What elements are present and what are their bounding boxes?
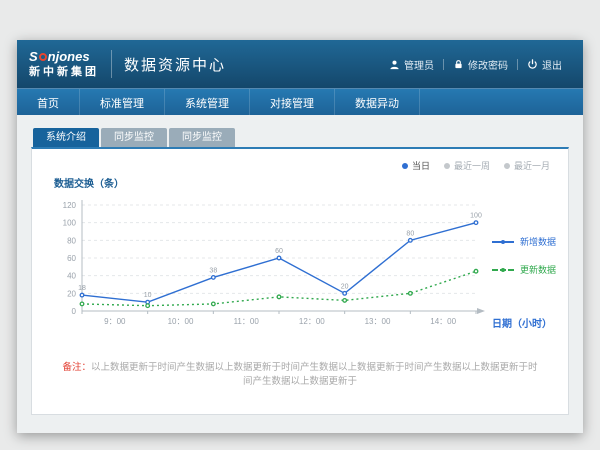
admin-label: 管理员 (404, 57, 434, 72)
svg-text:11：00: 11：00 (234, 317, 260, 326)
main-nav: 首页 标准管理 系统管理 对接管理 数据异动 (17, 88, 583, 116)
brand: S njones (29, 50, 99, 64)
app-window: S njones 新中新集团 数据资源中心 管理员 (17, 40, 583, 433)
admin-button[interactable]: 管理员 (380, 57, 443, 72)
tab-sync-monitor-1[interactable]: 同步监控 (101, 128, 167, 147)
logout-icon (527, 59, 538, 70)
note-label: 备注： (62, 362, 91, 373)
series-new-data-label: 新增数据 (520, 235, 556, 248)
svg-text:120: 120 (63, 201, 77, 210)
note-text: 以上数据更新于时间产生数据以上数据更新于时间产生数据以上数据更新于时间产生数据以… (91, 362, 538, 387)
app-title: 数据资源中心 (124, 54, 226, 75)
svg-text:13：00: 13：00 (365, 317, 391, 326)
header: S njones 新中新集团 数据资源中心 管理员 (17, 40, 583, 88)
legend-last-week-label: 最近一周 (454, 159, 490, 172)
line-chart: 0 20 40 60 80 100 120 9：00 10：00 11：00 12：00 13：00 1… (44, 193, 490, 345)
nav-item-system-mgmt[interactable]: 系统管理 (165, 89, 250, 116)
svg-text:80: 80 (406, 230, 414, 237)
legend-today[interactable]: 当日 (402, 159, 430, 172)
logo[interactable]: S njones 新中新集团 (29, 50, 99, 79)
tabs: 系统介绍 同步监控 同步监控 (31, 128, 569, 147)
brand-text-prefix: S (29, 50, 38, 64)
change-password-button[interactable]: 修改密码 (444, 57, 517, 72)
svg-text:0: 0 (72, 307, 77, 316)
svg-text:100: 100 (63, 219, 77, 228)
legend-last-month-label: 最近一月 (514, 159, 550, 172)
content-area: 系统介绍 同步监控 同步监控 当日 最近一周 最近一月 数据交换（条） (17, 115, 583, 433)
svg-text:38: 38 (209, 267, 217, 274)
y-axis-title: 数据交换（条） (54, 175, 124, 190)
legend-dot-icon (402, 163, 408, 169)
svg-text:20: 20 (67, 289, 76, 298)
tab-system-intro[interactable]: 系统介绍 (33, 128, 99, 147)
svg-text:40: 40 (67, 272, 76, 281)
legend-new-data[interactable]: 新增数据 (492, 235, 556, 248)
legend-update-data[interactable]: 更新数据 (492, 263, 556, 276)
legend-today-label: 当日 (412, 159, 430, 172)
svg-text:9：00: 9：00 (104, 317, 126, 326)
logo-dot-icon (39, 53, 47, 61)
change-password-label: 修改密码 (468, 57, 508, 72)
series-update-data-label: 更新数据 (520, 263, 556, 276)
chart-panel: 当日 最近一周 最近一月 数据交换（条） 0 20 40 60 80 100 120 9：00… (31, 147, 569, 415)
svg-text:12：00: 12：00 (299, 317, 325, 326)
lock-icon (453, 59, 464, 70)
series-legend: 新增数据 更新数据 (492, 235, 556, 276)
x-axis-title: 日期（小时） (492, 315, 552, 330)
nav-item-home[interactable]: 首页 (17, 89, 80, 116)
footnote: 备注：以上数据更新于时间产生数据以上数据更新于时间产生数据以上数据更新于时间产生… (32, 359, 568, 387)
brand-text-suffix: njones (48, 50, 90, 64)
svg-text:100: 100 (470, 213, 482, 220)
svg-text:60: 60 (67, 254, 76, 263)
legend-last-month[interactable]: 最近一月 (504, 159, 550, 172)
nav-item-integration[interactable]: 对接管理 (250, 89, 335, 116)
nav-item-data-change[interactable]: 数据异动 (335, 89, 420, 116)
svg-text:60: 60 (275, 248, 283, 255)
logout-label: 退出 (542, 57, 562, 72)
legend-dot-icon (444, 163, 450, 169)
svg-text:10: 10 (144, 292, 152, 299)
svg-text:80: 80 (67, 236, 76, 245)
svg-text:10：00: 10：00 (168, 317, 194, 326)
user-icon (389, 59, 400, 70)
header-divider (111, 50, 112, 78)
legend-dot-icon (504, 163, 510, 169)
svg-text:18: 18 (78, 285, 86, 292)
nav-item-standard-mgmt[interactable]: 标准管理 (80, 89, 165, 116)
svg-text:14：00: 14：00 (430, 317, 456, 326)
logout-button[interactable]: 退出 (518, 57, 571, 72)
tab-sync-monitor-2[interactable]: 同步监控 (169, 128, 235, 147)
svg-text:20: 20 (341, 283, 349, 290)
chart-period-legend: 当日 最近一周 最近一月 (402, 159, 550, 172)
dashed-line-sample-icon (492, 269, 514, 271)
legend-last-week[interactable]: 最近一周 (444, 159, 490, 172)
user-actions: 管理员 修改密码 退出 (380, 57, 571, 72)
company-name: 新中新集团 (29, 66, 99, 79)
solid-line-sample-icon (492, 241, 514, 243)
